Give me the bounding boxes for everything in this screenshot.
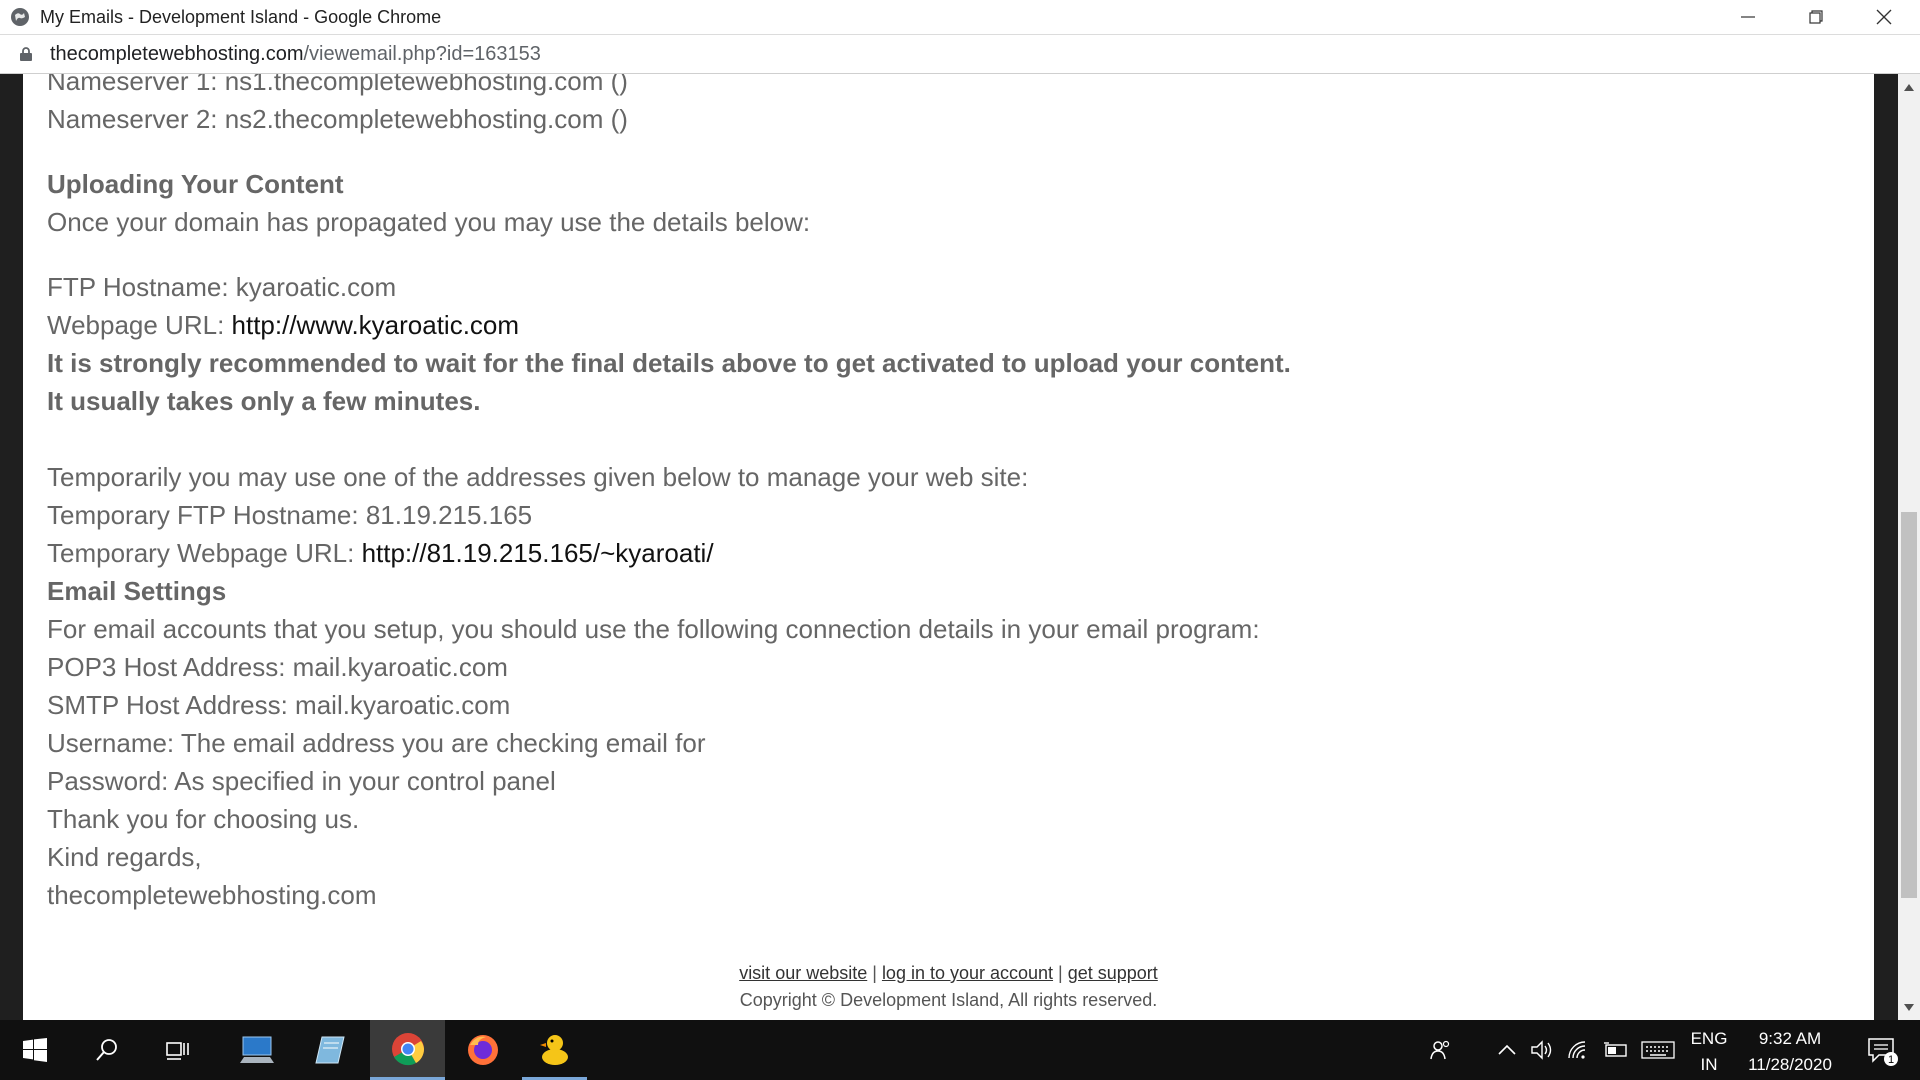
page-viewport: Nameserver 1: ns1.thecompletewebhosting.… <box>0 74 1898 1020</box>
chevron-up-icon <box>1498 1044 1516 1055</box>
wifi-icon <box>1568 1041 1586 1059</box>
windows-taskbar: ENG IN 9:32 AM 11/28/2020 1 <box>0 1020 1920 1080</box>
taskbar-app-desktop[interactable] <box>222 1020 292 1080</box>
windows-logo-icon <box>23 1038 47 1062</box>
page-footer: visit our website | log in to your accou… <box>23 960 1874 1014</box>
close-button[interactable] <box>1850 0 1918 34</box>
firefox-icon <box>468 1035 498 1065</box>
volume-icon <box>1531 1040 1552 1060</box>
search-icon <box>96 1039 117 1061</box>
footer-separator: | <box>1053 963 1068 983</box>
email-settings-heading: Email Settings <box>47 576 227 606</box>
start-button[interactable] <box>0 1020 70 1080</box>
chrome-icon <box>391 1032 424 1065</box>
email-intro: For email accounts that you setup, you s… <box>47 614 1260 644</box>
login-link[interactable]: log in to your account <box>882 963 1053 983</box>
footer-separator: | <box>867 963 882 983</box>
keyboard-icon <box>1641 1041 1675 1059</box>
scroll-up-arrow-icon[interactable] <box>1904 84 1914 91</box>
notepad-icon <box>315 1036 345 1064</box>
window-title: My Emails - Development Island - Google … <box>40 7 442 27</box>
scroll-down-arrow-icon[interactable] <box>1904 1004 1914 1011</box>
vertical-scrollbar[interactable] <box>1898 74 1920 1020</box>
temp-ftp-hostname: Temporary FTP Hostname: 81.19.215.165 <box>47 500 533 530</box>
minimize-button[interactable] <box>1714 0 1782 34</box>
url-text[interactable]: thecompletewebhosting.com/viewemail.php?… <box>50 43 541 66</box>
input-language-indicator[interactable]: ENG IN <box>1683 1026 1735 1078</box>
show-hidden-icons-button[interactable] <box>1490 1020 1524 1080</box>
upload-intro: Once your domain has propagated you may … <box>47 207 811 237</box>
language-code: ENG <box>1690 1029 1728 1048</box>
support-link[interactable]: get support <box>1068 963 1158 983</box>
minimize-icon <box>1741 16 1755 18</box>
restore-button[interactable] <box>1782 0 1850 34</box>
taskbar-app-notes[interactable] <box>295 1020 365 1080</box>
smtp-host: SMTP Host Address: mail.kyaroatic.com <box>47 690 511 720</box>
computer-icon <box>240 1036 274 1063</box>
email-body: Nameserver 1: ns1.thecompletewebhosting.… <box>47 74 1291 914</box>
temp-webpage-link[interactable]: http://81.19.215.165/~kyaroati/ <box>362 538 714 568</box>
restore-icon <box>1809 10 1823 24</box>
ftp-hostname: FTP Hostname: kyaroatic.com <box>47 272 397 302</box>
region-code: IN <box>1700 1055 1718 1074</box>
close-icon <box>1876 9 1892 25</box>
clock-time: 9:32 AM <box>1758 1029 1822 1048</box>
clock-date: 11/28/2020 <box>1748 1055 1832 1074</box>
webpage-url-link[interactable]: http://www.kyaroatic.com <box>232 310 520 340</box>
people-icon <box>1430 1040 1450 1060</box>
network-button[interactable] <box>1562 1020 1596 1080</box>
task-view-icon <box>166 1042 189 1060</box>
footer-links: visit our website | log in to your accou… <box>23 960 1874 987</box>
globe-icon <box>11 8 29 26</box>
email-card: Nameserver 1: ns1.thecompletewebhosting.… <box>23 74 1874 1020</box>
username-info: Username: The email address you are chec… <box>47 728 706 758</box>
taskbar-app-firefox[interactable] <box>447 1020 519 1080</box>
webpage-url-line: Webpage URL: http://www.kyaroatic.com <box>47 306 1291 344</box>
people-button[interactable] <box>1418 1020 1462 1080</box>
visit-website-link[interactable]: visit our website <box>739 963 867 983</box>
pop3-host: POP3 Host Address: mail.kyaroatic.com <box>47 652 508 682</box>
taskbar-app-chrome[interactable] <box>370 1020 445 1080</box>
taskbar-app-duck[interactable] <box>522 1020 587 1080</box>
url-path: /viewemail.php?id=163153 <box>303 43 541 65</box>
copyright-text: Copyright © Development Island, All righ… <box>739 990 1158 1010</box>
notification-count: 1 <box>1888 1054 1894 1066</box>
taskbar-clock[interactable]: 9:32 AM 11/28/2020 <box>1735 1026 1845 1078</box>
thanks-line: Thank you for choosing us. <box>47 804 360 834</box>
password-info: Password: As specified in your control p… <box>47 766 556 796</box>
url-domain: thecompletewebhosting.com <box>50 43 304 65</box>
temp-webpage-line: Temporary Webpage URL: http://81.19.215.… <box>47 534 1291 572</box>
lock-icon <box>20 47 32 61</box>
battery-icon <box>1604 1042 1627 1057</box>
nameserver-2: Nameserver 2: ns2.thecompletewebhosting.… <box>47 104 628 134</box>
temp-webpage-label: Temporary Webpage URL: <box>47 538 362 568</box>
notification-icon: 1 <box>1868 1038 1898 1066</box>
warning-line-2: It usually takes only a few minutes. <box>47 386 481 416</box>
scrollbar-thumb[interactable] <box>1901 512 1917 898</box>
nameserver-1: Nameserver 1: ns1.thecompletewebhosting.… <box>47 74 628 96</box>
upload-heading: Uploading Your Content <box>47 169 344 199</box>
action-center-button[interactable]: 1 <box>1852 1020 1912 1080</box>
duck-icon <box>539 1034 568 1065</box>
battery-button[interactable] <box>1598 1020 1634 1080</box>
temp-intro: Temporarily you may use one of the addre… <box>47 462 1029 492</box>
task-view-button[interactable] <box>144 1020 214 1080</box>
signature-line: thecompletewebhosting.com <box>47 880 377 910</box>
address-bar[interactable]: thecompletewebhosting.com/viewemail.php?… <box>0 35 1920 74</box>
touch-keyboard-button[interactable] <box>1636 1020 1680 1080</box>
volume-button[interactable] <box>1526 1020 1560 1080</box>
warning-line-1: It is strongly recommended to wait for t… <box>47 348 1291 378</box>
search-button[interactable] <box>72 1020 142 1080</box>
webpage-url-label: Webpage URL: <box>47 310 232 340</box>
regards-line: Kind regards, <box>47 842 202 872</box>
browser-title-bar: My Emails - Development Island - Google … <box>0 0 1920 35</box>
